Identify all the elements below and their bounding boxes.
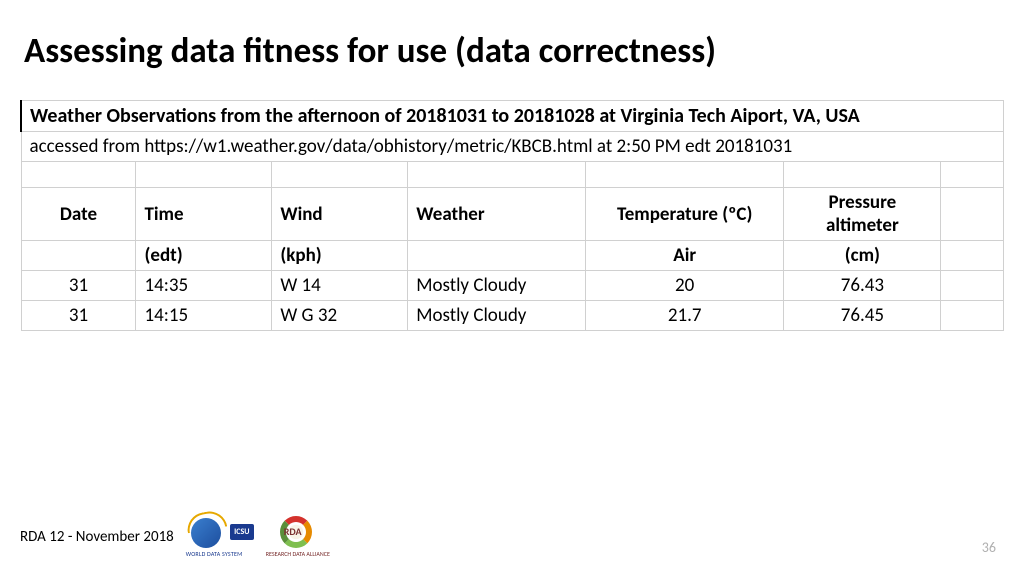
table-access: accessed from https://w1.weather.gov/dat…	[21, 132, 1004, 162]
footer: RDA 12 - November 2018 ICSU WORLD DATA S…	[20, 518, 1004, 556]
table-blank-row	[21, 162, 1004, 188]
icsu-badge: ICSU	[230, 524, 254, 540]
hdr-press-unit: (cm)	[784, 241, 941, 271]
hdr-press: Pressure altimeter	[784, 188, 941, 241]
table-header-row-1: Date Time Wind Weather Temperature (ºC) …	[21, 188, 1004, 241]
hdr-wind-unit: (kph)	[272, 241, 408, 271]
cell-wind: W G 32	[272, 301, 408, 331]
wds-text: WORLD DATA SYSTEM	[186, 550, 243, 558]
table-header-row-2: (edt) (kph) Air (cm)	[21, 241, 1004, 271]
cell-date: 31	[21, 301, 136, 331]
cell-weather: Mostly Cloudy	[408, 301, 586, 331]
slide-title: Assessing data fitness for use (data cor…	[20, 30, 1004, 72]
globe-icon	[191, 518, 221, 548]
cell-date: 31	[21, 271, 136, 301]
table-row: 31 14:35 W 14 Mostly Cloudy 20 76.43	[21, 271, 1004, 301]
page-number: 36	[982, 539, 996, 556]
table-caption-row: Weather Observations from the afternoon …	[21, 101, 1004, 132]
table-caption: Weather Observations from the afternoon …	[21, 101, 1004, 132]
wds-logo: ICSU WORLD DATA SYSTEM	[186, 518, 254, 556]
cell-temp: 20	[585, 271, 784, 301]
table-access-row: accessed from https://w1.weather.gov/dat…	[21, 132, 1004, 162]
table-row: 31 14:15 W G 32 Mostly Cloudy 21.7 76.45	[21, 301, 1004, 331]
rda-logo: RDA RESEARCH DATA ALLIANCE	[266, 518, 334, 556]
hdr-wind: Wind	[272, 188, 408, 241]
slide: Assessing data fitness for use (data cor…	[0, 0, 1024, 576]
cell-time: 14:15	[136, 301, 272, 331]
cell-time: 14:35	[136, 271, 272, 301]
cell-wind: W 14	[272, 271, 408, 301]
cell-press: 76.43	[784, 271, 941, 301]
cell-weather: Mostly Cloudy	[408, 271, 586, 301]
cell-press: 76.45	[784, 301, 941, 331]
rda-text: RESEARCH DATA ALLIANCE	[266, 550, 330, 558]
hdr-temp-sub: Air	[585, 241, 784, 271]
hdr-temp: Temperature (ºC)	[585, 188, 784, 241]
hdr-time: Time	[136, 188, 272, 241]
footer-text: RDA 12 - November 2018	[20, 528, 174, 546]
cell-temp: 21.7	[585, 301, 784, 331]
hdr-time-unit: (edt)	[136, 241, 272, 271]
weather-table: Weather Observations from the afternoon …	[20, 100, 1004, 331]
hdr-weather: Weather	[408, 188, 586, 241]
rda-badge: RDA	[284, 525, 302, 538]
hdr-date: Date	[21, 188, 136, 241]
